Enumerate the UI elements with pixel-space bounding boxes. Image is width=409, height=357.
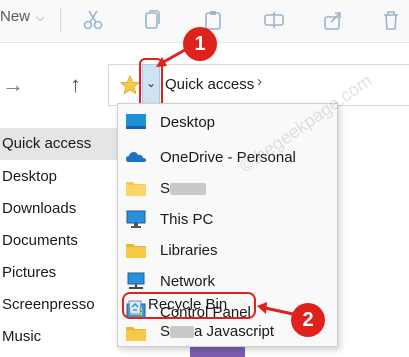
content-thumbnail — [190, 346, 245, 357]
network-icon — [127, 272, 145, 289]
menu-item-label: Network — [160, 273, 216, 290]
breadcrumb-quick-access[interactable]: Quick access — [165, 76, 254, 93]
up-button[interactable]: ↑ — [70, 72, 81, 98]
label-visible-part: S — [160, 323, 171, 340]
menu-item-label: S — [160, 180, 207, 197]
new-button[interactable]: New ⌵ — [0, 8, 44, 25]
chevron-right-icon[interactable]: › — [257, 73, 262, 90]
menu-item-onedrive[interactable]: OneDrive - Personal — [118, 142, 337, 173]
redacted-text — [170, 326, 195, 339]
onedrive-icon — [126, 152, 146, 162]
delete-icon[interactable] — [380, 9, 402, 31]
sidebar-item-desktop[interactable]: Desktop — [0, 161, 118, 193]
chevron-down-icon: ⌵ — [36, 12, 45, 24]
menu-item-label: This PC — [160, 211, 214, 228]
annotation-arrow-2 — [257, 302, 294, 316]
sidebar-item-pictures[interactable]: Pictures — [0, 257, 118, 289]
menu-item-label: Libraries — [160, 242, 218, 259]
step-1-badge: 1 — [183, 27, 217, 61]
menu-item-this-pc[interactable]: This PC — [118, 204, 337, 235]
label-visible-part: S — [160, 180, 171, 197]
sidebar-item-downloads[interactable]: Downloads — [0, 193, 118, 225]
desktop-icon — [126, 114, 146, 129]
sidebar-item-music[interactable]: Music — [0, 321, 118, 353]
sidebar-item-quick-access[interactable]: Quick access — [0, 128, 118, 160]
highlight-ring-2 — [122, 292, 256, 319]
step-2-badge: 2 — [291, 303, 325, 337]
menu-item-label: Sa Javascript — [160, 323, 274, 340]
new-label: New — [0, 8, 31, 25]
libraries-icon — [126, 244, 146, 258]
menu-item-libraries[interactable]: Libraries — [118, 235, 337, 266]
user-folder-icon — [126, 182, 146, 196]
this-pc-icon — [126, 210, 146, 228]
menu-item-label: Desktop — [160, 114, 216, 131]
toolbar-divider — [60, 8, 61, 32]
sidebar-item-screenpresso[interactable]: Screenpresso — [0, 289, 118, 321]
sidebar-item-documents[interactable]: Documents — [0, 225, 118, 257]
cut-icon[interactable] — [82, 9, 104, 31]
menu-item-user-folder[interactable]: S — [118, 173, 337, 204]
forward-button[interactable]: → — [2, 72, 24, 98]
copy-icon[interactable] — [141, 9, 163, 31]
label-suffix: a Javascript — [194, 323, 275, 340]
share-icon[interactable] — [322, 9, 344, 31]
rename-icon[interactable] — [263, 9, 285, 31]
folder-icon — [126, 327, 146, 341]
star-icon — [119, 74, 141, 95]
redacted-text — [170, 183, 207, 196]
